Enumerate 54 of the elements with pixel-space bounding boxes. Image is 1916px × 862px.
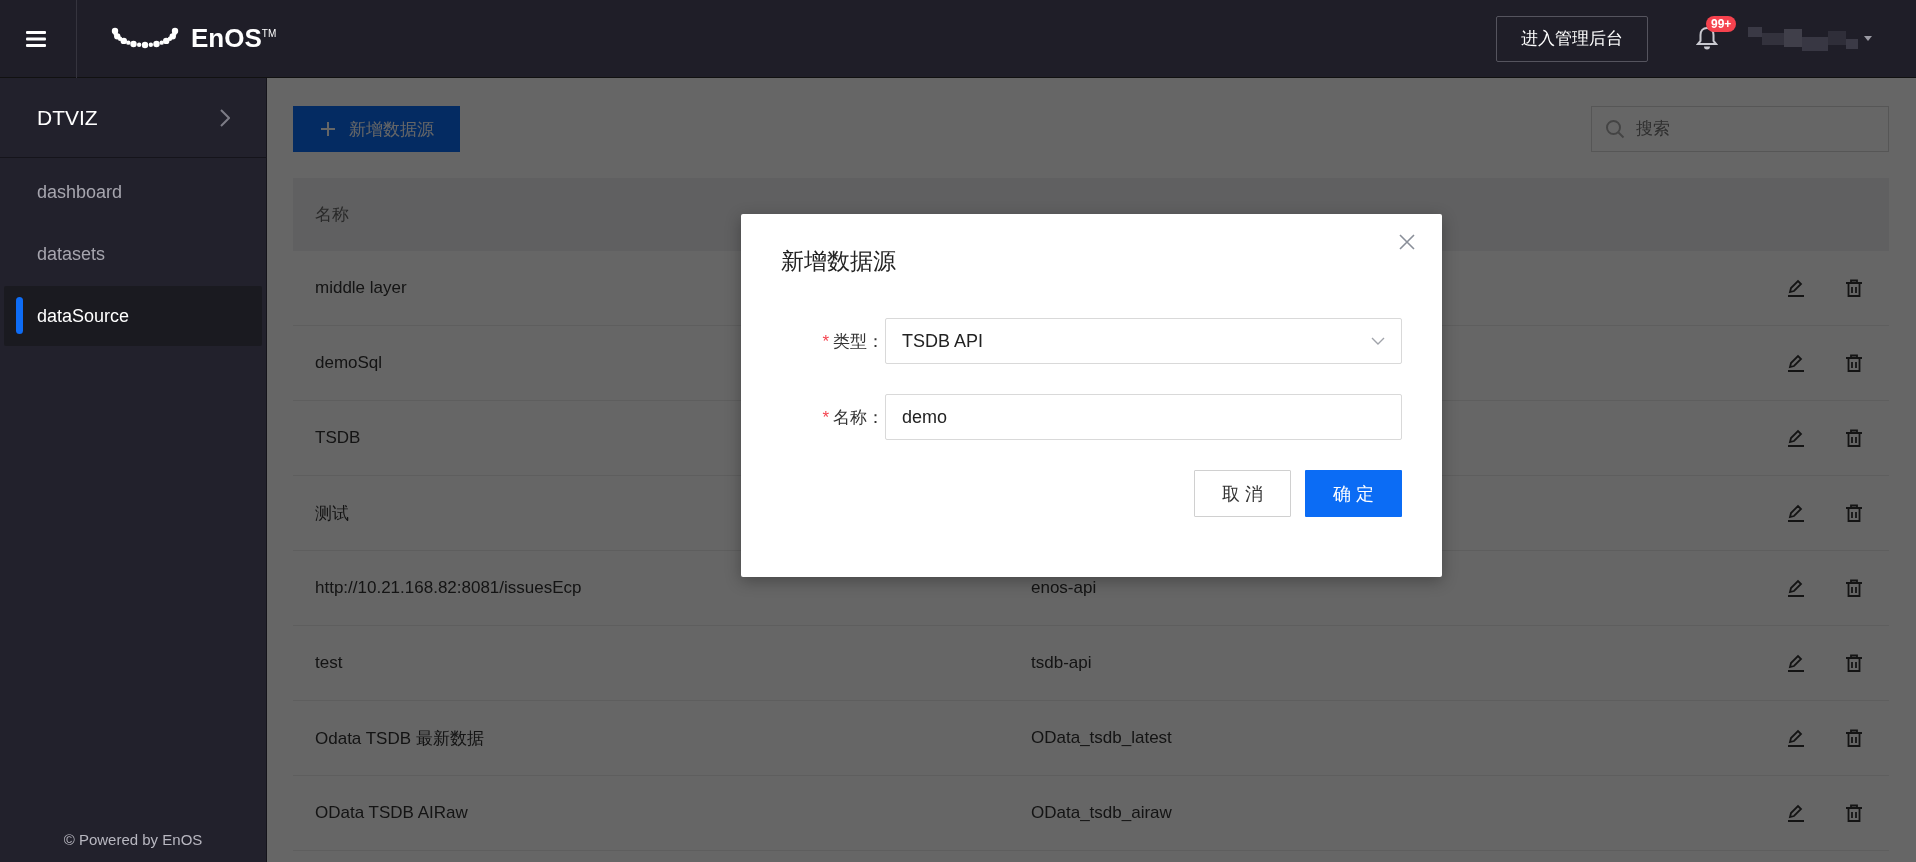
type-select[interactable]: TSDB API — [885, 318, 1402, 364]
table-cell-text: http://10.21.168.82:8081/issuesEcp — [314, 578, 583, 598]
edit-icon[interactable] — [1787, 654, 1805, 672]
table-cell-text: Odata TSDB 最新数据 — [314, 727, 485, 750]
cancel-button[interactable]: 取 消 — [1194, 470, 1291, 517]
delete-icon[interactable] — [1845, 579, 1863, 597]
sidebar-item[interactable]: datasets — [4, 224, 262, 284]
edit-icon[interactable] — [1787, 804, 1805, 822]
edit-icon[interactable] — [1787, 729, 1805, 747]
table-cell-text: middle layer — [314, 278, 408, 298]
required-mark: * — [822, 407, 829, 427]
delete-icon[interactable] — [1845, 729, 1863, 747]
close-icon[interactable] — [1399, 234, 1415, 250]
menu-icon[interactable] — [26, 30, 46, 47]
edit-icon[interactable] — [1787, 504, 1805, 522]
delete-icon[interactable] — [1845, 429, 1863, 447]
sidebar-item[interactable]: dataSource — [4, 286, 262, 346]
table-cell: OData_tsdb_latest — [1031, 728, 1172, 748]
dropdown-caret-icon[interactable] — [1864, 36, 1872, 41]
search-icon — [1605, 119, 1625, 139]
edit-icon[interactable] — [1787, 429, 1805, 447]
confirm-button[interactable]: 确 定 — [1305, 470, 1402, 517]
dots-logo-icon — [111, 26, 181, 51]
delete-icon[interactable] — [1845, 504, 1863, 522]
table-cell: tsdb-api — [1031, 653, 1092, 673]
table-cell-text: 测试 — [314, 502, 350, 525]
chevron-right-icon[interactable] — [220, 108, 230, 127]
admin-console-button[interactable]: 进入管理后台 — [1496, 15, 1648, 62]
footer-text: © Powered by EnOS — [62, 831, 204, 850]
chevron-down-icon[interactable] — [1371, 337, 1385, 345]
table-cell: enos-api — [1031, 578, 1097, 598]
table-cell-text: test — [314, 653, 344, 673]
table-cell-text: demoSql — [314, 353, 384, 373]
column-header: 名称 — [314, 204, 350, 226]
delete-icon[interactable] — [1845, 279, 1863, 297]
edit-icon[interactable] — [1787, 279, 1805, 297]
required-mark: * — [822, 331, 829, 351]
field-label: 名称： — [833, 407, 884, 427]
plus-icon — [321, 122, 335, 136]
delete-icon[interactable] — [1845, 354, 1863, 372]
sidebar-item[interactable]: dashboard — [4, 162, 262, 222]
notification-badge: 99+ — [1706, 15, 1737, 32]
name-input[interactable]: demo — [885, 394, 1402, 440]
table-cell: OData_tsdb_airaw — [1031, 803, 1172, 823]
logo-text: EnOS$^{TM}$ — [191, 23, 277, 54]
field-label: 类型： — [833, 331, 884, 351]
table-cell-text: OData TSDB AIRaw — [314, 803, 469, 823]
delete-icon[interactable] — [1845, 654, 1863, 672]
app-title: DTVIZ — [37, 105, 98, 130]
dialog-title: 新增数据源 — [781, 246, 896, 276]
edit-icon[interactable] — [1787, 354, 1805, 372]
delete-icon[interactable] — [1845, 804, 1863, 822]
edit-icon[interactable] — [1787, 579, 1805, 597]
table-cell-text: TSDB — [314, 428, 362, 448]
